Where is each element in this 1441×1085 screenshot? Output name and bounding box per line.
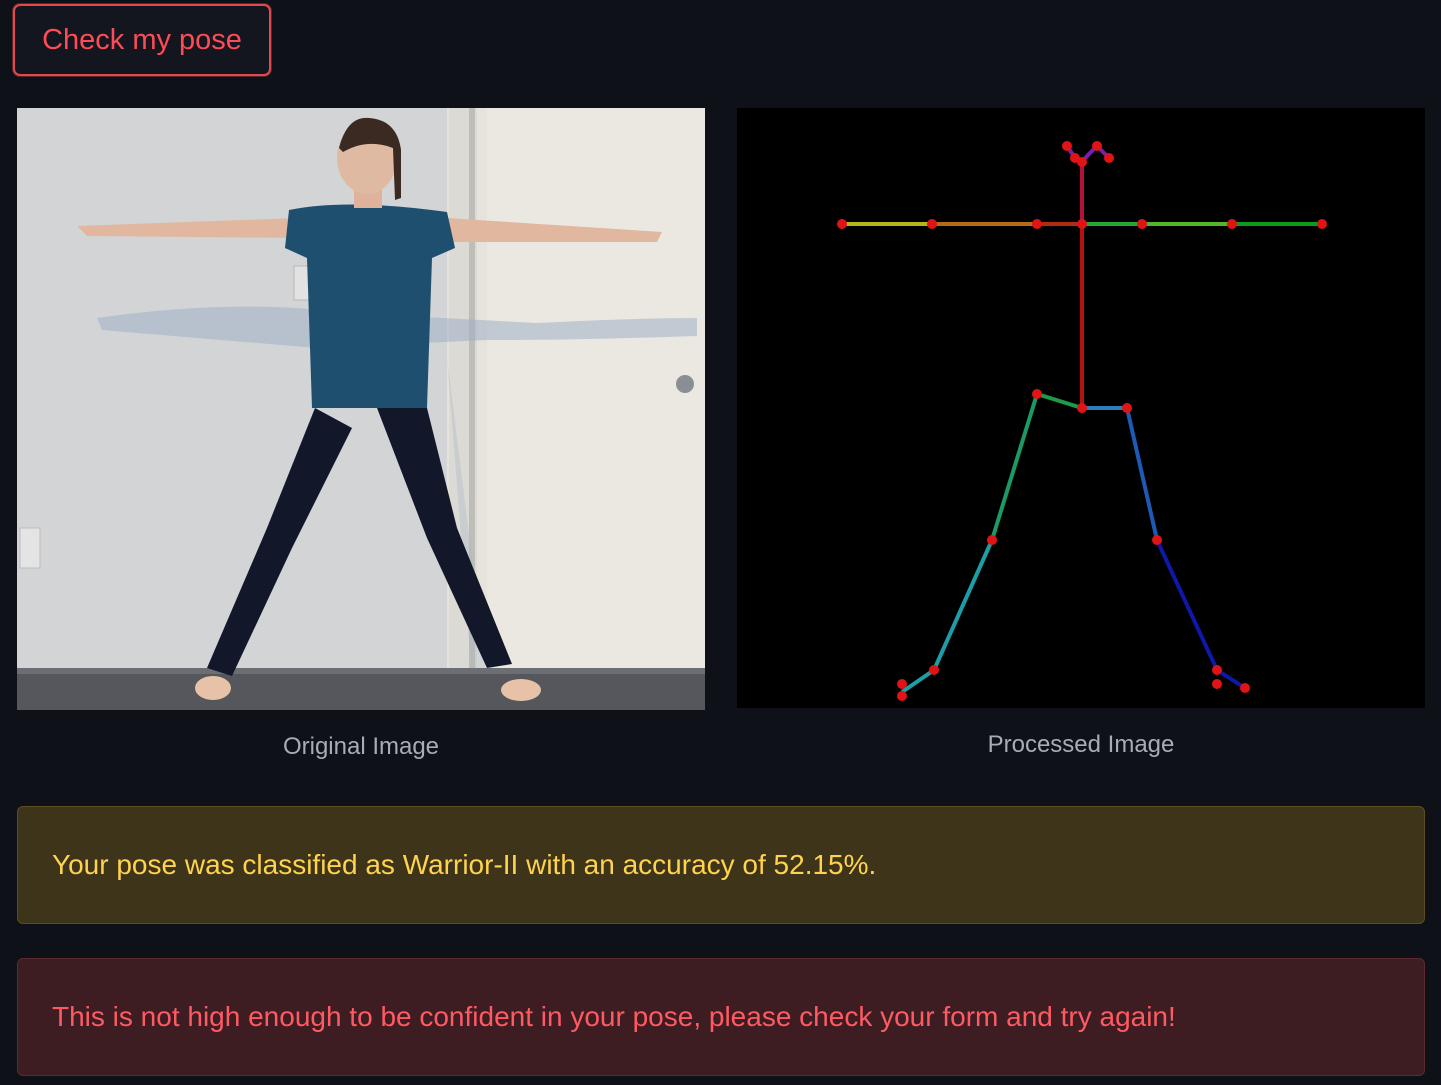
processed-image-caption: Processed Image [987, 731, 1175, 758]
confidence-error-alert: This is not high enough to be confident … [17, 958, 1425, 1076]
original-image [17, 108, 705, 710]
check-pose-button[interactable]: Check my pose [13, 4, 271, 76]
original-image-caption: Original Image [282, 733, 440, 760]
classification-warning-alert: Your pose was classified as Warrior-II w… [17, 806, 1425, 924]
app-root: Check my pose Original Image Processed I… [0, 0, 1441, 1085]
confidence-error-text: This is not high enough to be confident … [52, 1001, 1176, 1032]
pose-skeleton [837, 141, 1327, 701]
processed-image [737, 108, 1425, 708]
original-image-illustration [17, 108, 705, 710]
classification-warning-text: Your pose was classified as Warrior-II w… [52, 849, 877, 880]
